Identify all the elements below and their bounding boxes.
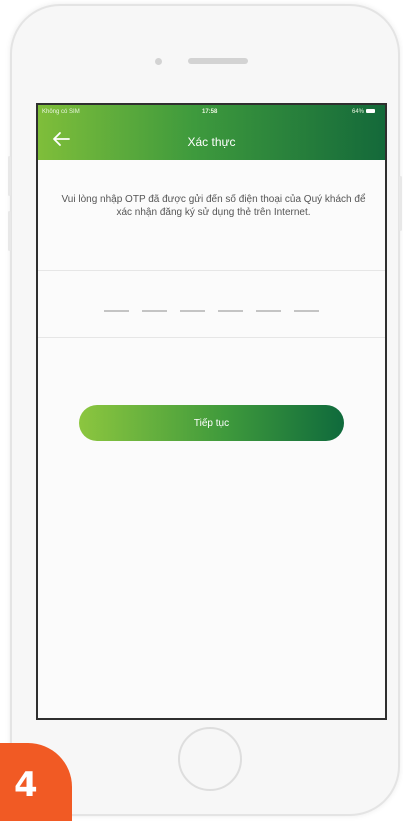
- carrier-label: Không có SIM: [42, 109, 80, 115]
- continue-button[interactable]: Tiếp tục: [79, 405, 344, 441]
- divider: [38, 270, 385, 271]
- otp-digit-slot[interactable]: [180, 310, 205, 312]
- otp-digit-slot[interactable]: [218, 310, 243, 312]
- battery-icon: [366, 109, 375, 114]
- otp-instruction: Vui lòng nhập OTP đã được gửi đến số điệ…: [61, 194, 366, 218]
- side-button: [8, 156, 11, 196]
- step-number: 4: [14, 765, 38, 805]
- otp-digit-slot[interactable]: [142, 310, 167, 312]
- home-button: [178, 727, 242, 791]
- front-camera: [155, 58, 162, 65]
- otp-digit-slot[interactable]: [256, 310, 281, 312]
- status-bar: Không có SIM 17:58 64%: [38, 105, 385, 121]
- side-button: [399, 176, 402, 231]
- app-header: Không có SIM 17:58 64% Xác thực: [38, 105, 385, 160]
- app-screen: Không có SIM 17:58 64% Xác thực Vui lòng…: [36, 103, 387, 720]
- otp-digit-slot[interactable]: [294, 310, 319, 312]
- battery-indicator: 64%: [352, 109, 375, 115]
- otp-digit-slot[interactable]: [104, 310, 129, 312]
- earpiece-speaker: [188, 58, 248, 64]
- side-button: [8, 211, 11, 251]
- status-time: 17:58: [202, 109, 218, 115]
- divider: [38, 337, 385, 338]
- page-title: Xác thực: [187, 135, 236, 149]
- otp-input[interactable]: [38, 310, 385, 312]
- battery-percent: 64%: [351, 109, 364, 115]
